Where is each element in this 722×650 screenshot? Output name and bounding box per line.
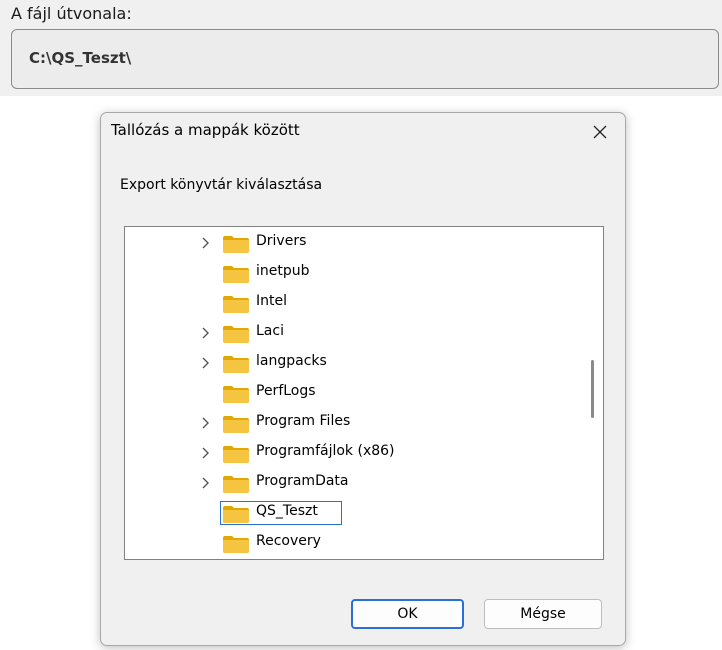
- tree-item-label: PerfLogs: [256, 383, 316, 399]
- tree-item-label: Laci: [256, 323, 284, 339]
- tree-item-label: Programfájlok (x86): [256, 443, 395, 459]
- folder-icon: [223, 296, 249, 313]
- dialog-prompt: Export könyvtár kiválasztása: [120, 177, 323, 193]
- tree-item[interactable]: Laci: [125, 318, 565, 348]
- folder-icon: [223, 386, 249, 403]
- path-field[interactable]: C:\QS_Teszt\: [11, 29, 719, 89]
- folder-icon: [223, 326, 249, 343]
- tree-item[interactable]: Programfájlok (x86): [125, 438, 565, 468]
- path-section: A fájl útvonala: C:\QS_Teszt\: [0, 0, 722, 96]
- folder-icon: [223, 536, 249, 553]
- chevron-right-icon[interactable]: [199, 236, 211, 250]
- tree-item-label: Intel: [256, 293, 287, 309]
- close-button[interactable]: [577, 113, 623, 151]
- tree-item-label: Drivers: [256, 233, 307, 249]
- tree-item[interactable]: Program Files: [125, 408, 565, 438]
- path-label: A fájl útvonala:: [11, 4, 132, 23]
- folder-icon: [223, 356, 249, 373]
- tree-item[interactable]: PerfLogs: [125, 378, 565, 408]
- tree-item-label: QS_Teszt: [256, 503, 318, 519]
- tree-item-label: inetpub: [256, 263, 310, 279]
- close-icon: [593, 125, 607, 139]
- tree-item[interactable]: ProgramData: [125, 468, 565, 498]
- scroll-thumb[interactable]: [591, 360, 594, 418]
- chevron-right-icon[interactable]: [199, 446, 211, 460]
- tree-scrollbar[interactable]: [583, 227, 603, 559]
- tree-item-label: Program Files: [256, 413, 351, 429]
- tree-item[interactable]: inetpub: [125, 258, 565, 288]
- dialog-title: Tallózás a mappák között: [111, 121, 300, 139]
- tree-item-label: langpacks: [256, 353, 327, 369]
- tree-item-label: Recovery: [256, 533, 321, 549]
- folder-icon: [223, 266, 249, 283]
- folder-icon: [223, 446, 249, 463]
- tree-item[interactable]: langpacks: [125, 348, 565, 378]
- path-value: C:\QS_Teszt\: [29, 49, 132, 67]
- tree-item[interactable]: QS_Teszt: [125, 498, 565, 528]
- folder-icon: [223, 476, 249, 493]
- tree-item[interactable]: Intel: [125, 288, 565, 318]
- cancel-button[interactable]: Mégse: [484, 599, 602, 629]
- folder-icon: [223, 416, 249, 433]
- tree-item[interactable]: Drivers: [125, 228, 565, 258]
- ok-button[interactable]: OK: [351, 599, 464, 629]
- chevron-right-icon[interactable]: [199, 356, 211, 370]
- folder-tree[interactable]: Recovery QS_Teszt ProgramData Programfájlok…: [124, 226, 604, 560]
- browse-folder-dialog: Tallózás a mappák között Export könyvtár…: [100, 112, 626, 646]
- tree-item-label: ProgramData: [256, 473, 349, 489]
- folder-icon: [223, 236, 249, 253]
- folder-icon: [223, 506, 249, 523]
- chevron-right-icon[interactable]: [199, 326, 211, 340]
- chevron-right-icon[interactable]: [199, 476, 211, 490]
- tree-item[interactable]: Recovery: [125, 528, 565, 558]
- chevron-right-icon[interactable]: [199, 416, 211, 430]
